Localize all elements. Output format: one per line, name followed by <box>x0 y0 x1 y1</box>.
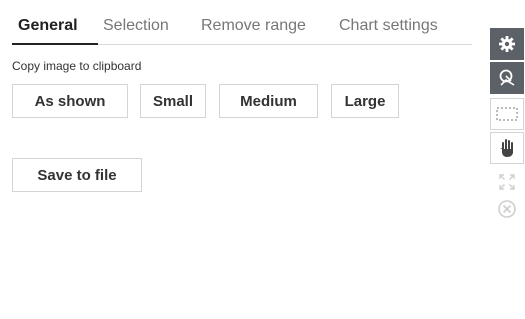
expand-button[interactable] <box>490 170 524 194</box>
expand-icon <box>499 174 515 190</box>
gear-icon <box>499 36 515 52</box>
tab-chart-settings[interactable]: Chart settings <box>339 17 438 35</box>
chart-toolbar <box>490 28 524 248</box>
export-panel: General Selection Remove range Chart set… <box>0 0 485 319</box>
tab-remove-range[interactable]: Remove range <box>201 17 306 35</box>
close-button[interactable] <box>490 196 524 222</box>
as-shown-button[interactable]: As shown <box>12 84 128 118</box>
copy-section-label: Copy image to clipboard <box>12 59 142 73</box>
settings-button[interactable] <box>490 28 524 60</box>
marquee-select-icon <box>496 107 518 121</box>
tab-selection[interactable]: Selection <box>103 17 169 35</box>
zoom-select-button[interactable] <box>490 62 524 94</box>
large-button[interactable]: Large <box>331 84 399 118</box>
small-button[interactable]: Small <box>140 84 206 118</box>
pan-button[interactable] <box>490 132 524 164</box>
marquee-select-button[interactable] <box>490 98 524 130</box>
medium-button[interactable]: Medium <box>219 84 318 118</box>
zoom-select-icon <box>499 69 515 86</box>
active-tab-indicator <box>12 43 98 45</box>
pan-hand-icon <box>500 139 513 157</box>
close-circle-icon <box>498 200 516 218</box>
save-to-file-button[interactable]: Save to file <box>12 158 142 192</box>
tab-general[interactable]: General <box>18 17 78 35</box>
tab-bar: General Selection Remove range Chart set… <box>12 8 472 45</box>
